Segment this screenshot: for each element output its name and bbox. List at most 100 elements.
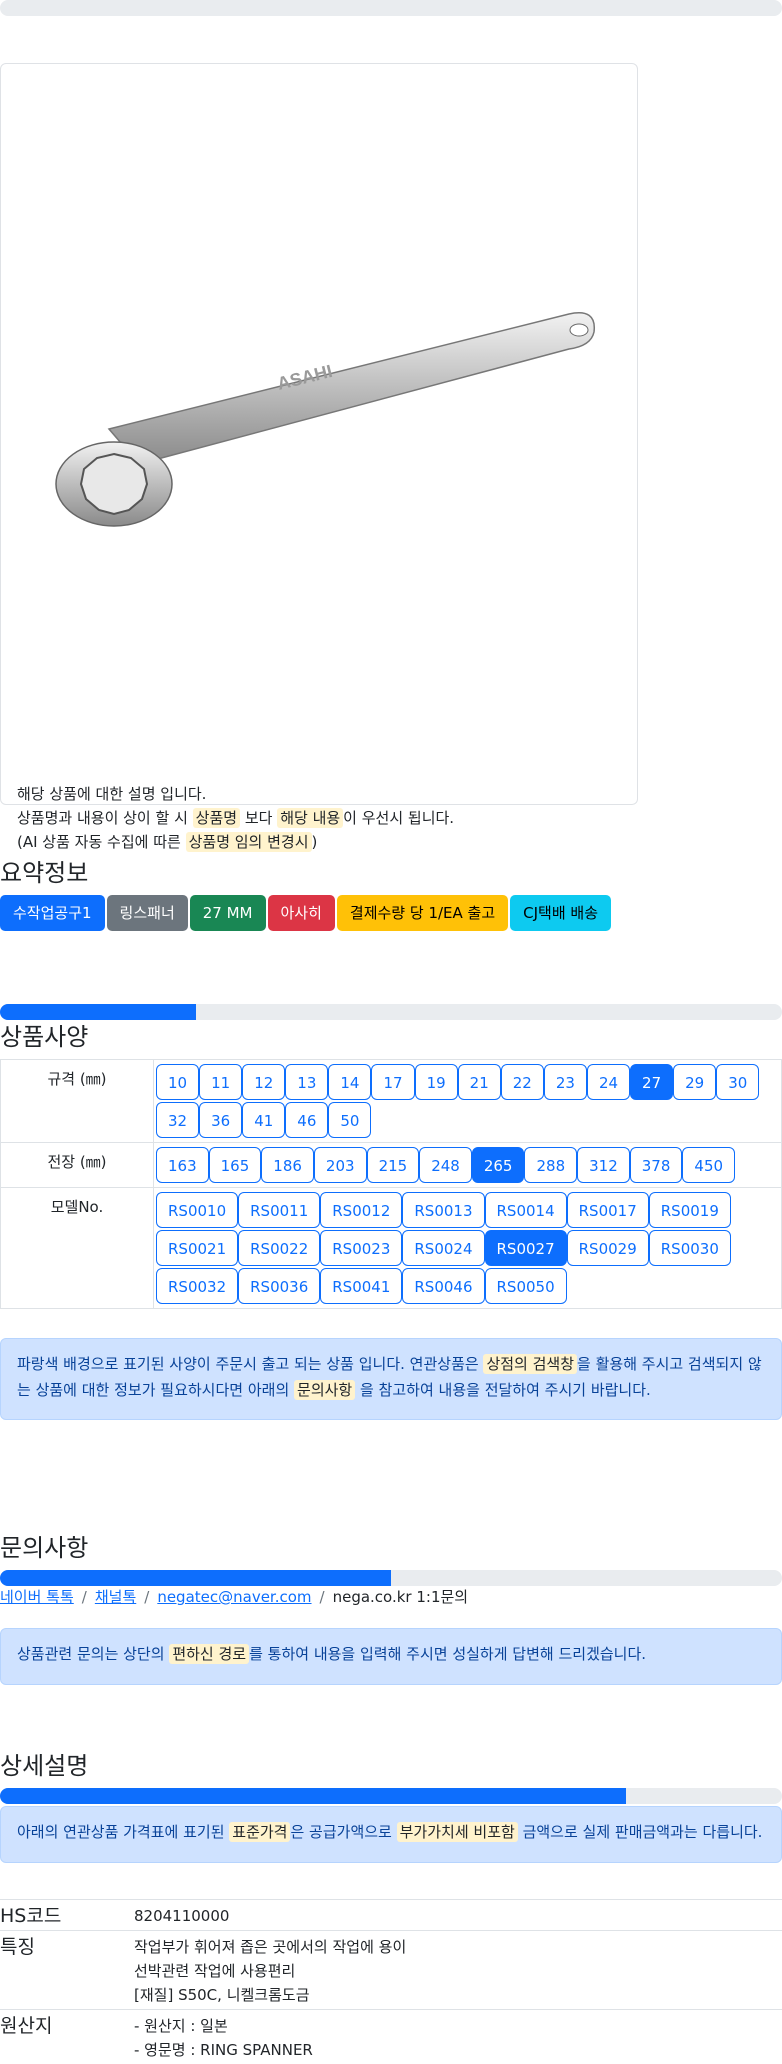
spec-option-button[interactable]: 24 [587,1064,630,1100]
site-inquiry-text: nega.co.kr 1:1문의 [333,1588,469,1606]
channel-talk-link[interactable]: 채널톡 [95,1588,136,1606]
spec-option-button[interactable]: 248 [419,1147,472,1183]
spec-option-button[interactable]: RS0050 [485,1268,567,1304]
spec-option-button[interactable]: 450 [682,1147,735,1183]
badge-quantity: 결제수량 당 1/EA 출고 [337,895,508,931]
spec-option-button[interactable]: RS0010 [156,1192,238,1228]
spec-option-button[interactable]: 32 [156,1102,199,1138]
spec-option-button[interactable]: 10 [156,1064,199,1100]
spec-option-button[interactable]: 12 [242,1064,285,1100]
spec-option-button[interactable]: 17 [371,1064,414,1100]
detail-row-origin: 원산지 - 원산지 : 일본 - 영문명 : RING SPANNER [0,2010,782,2064]
spec-option-button[interactable]: RS0021 [156,1230,238,1266]
spec-option-button[interactable]: RS0036 [238,1268,320,1304]
spec-row-size: 규격 (㎜) 101112131417192122232427293032364… [1,1060,782,1143]
spec-notice: 파랑색 배경으로 표기된 사양이 주문시 출고 되는 상품 입니다. 연관상품은… [0,1338,782,1420]
inquiry-progress-fill [0,1570,391,1586]
inquiry-progress-bar [0,1570,782,1586]
spec-option-button[interactable]: 46 [285,1102,328,1138]
spec-option-button[interactable]: 19 [415,1064,458,1100]
detail-table: HS코드 8204110000 특징 작업부가 휘어져 좁은 곳에서의 작업에 … [0,1899,782,2064]
spec-option-button[interactable]: 41 [242,1102,285,1138]
spec-option-button[interactable]: 22 [501,1064,544,1100]
spec-row-model: 모델No. RS0010RS0011RS0012RS0013RS0014RS00… [1,1188,782,1309]
spec-option-button[interactable]: 30 [716,1064,759,1100]
detail-title: 상세설명 [0,1746,88,1781]
summary-badges: 수작업공구1 링스패너 27 MM 아사히 결제수량 당 1/EA 출고 CJ택… [0,895,611,931]
badge-size: 27 MM [190,895,266,931]
spec-option-button[interactable]: 265 [472,1147,525,1183]
detail-notice: 아래의 연관상품 가격표에 표기된 표준가격은 공급가액으로 부가가치세 비포함… [0,1806,782,1863]
detail-key-features: 특징 [0,1931,134,2010]
spec-option-button[interactable]: 186 [261,1147,314,1183]
detail-val-hscode: 8204110000 [134,1900,782,1931]
spec-option-button[interactable]: 21 [458,1064,501,1100]
spec-option-button[interactable]: 23 [544,1064,587,1100]
spec-option-button[interactable]: RS0024 [402,1230,484,1266]
desc-line-3: (AI 상품 자동 수집에 따른 상품명 임의 변경시) [17,830,454,854]
product-card: ASAHI 해당 상품에 대한 설명 입니다. 상품명과 내용이 상이 할 시 … [0,63,638,805]
spec-option-button[interactable]: RS0014 [485,1192,567,1228]
detail-progress-bar [0,1788,782,1804]
spec-option-button[interactable]: RS0012 [320,1192,402,1228]
inquiry-links: 네이버 톡톡/채널톡/negatec@naver.com/nega.co.kr … [0,1586,468,1607]
spec-option-button[interactable]: RS0022 [238,1230,320,1266]
spec-option-button[interactable]: 29 [673,1064,716,1100]
spec-option-button[interactable]: 203 [314,1147,367,1183]
spec-option-button[interactable]: RS0019 [649,1192,731,1228]
spec-option-button[interactable]: 378 [630,1147,683,1183]
email-link[interactable]: negatec@naver.com [157,1588,311,1606]
spec-option-button[interactable]: RS0023 [320,1230,402,1266]
detail-row-hscode: HS코드 8204110000 [0,1900,782,1931]
spec-option-button[interactable]: RS0046 [402,1268,484,1304]
spec-option-button[interactable]: RS0041 [320,1268,402,1304]
spec-option-button[interactable]: 27 [630,1064,673,1100]
spec-option-button[interactable]: 50 [328,1102,371,1138]
spec-option-button[interactable]: RS0011 [238,1192,320,1228]
spec-option-button[interactable]: 163 [156,1147,209,1183]
spec-option-button[interactable]: 14 [328,1064,371,1100]
spec-options-model: RS0010RS0011RS0012RS0013RS0014RS0017RS00… [154,1188,782,1309]
product-image: ASAHI [49,294,609,534]
badge-category: 수작업공구1 [0,895,105,931]
summary-title: 요약정보 [0,853,88,888]
spec-options-size: 1011121314171921222324272930 3236414650 [154,1060,782,1143]
naver-talk-link[interactable]: 네이버 톡톡 [0,1588,74,1606]
detail-key-origin: 원산지 [0,2010,134,2064]
desc-line-2: 상품명과 내용이 상이 할 시 상품명 보다 해당 내용이 우선시 됩니다. [17,806,454,830]
product-description: 해당 상품에 대한 설명 입니다. 상품명과 내용이 상이 할 시 상품명 보다… [17,782,454,854]
detail-row-features: 특징 작업부가 휘어져 좁은 곳에서의 작업에 용이 선박관련 작업에 사용편리… [0,1931,782,2010]
desc-line-1: 해당 상품에 대한 설명 입니다. [17,782,454,806]
spec-row-length: 전장 (㎜) 163165186203215248265288312378450 [1,1143,782,1188]
spec-option-button[interactable]: RS0027 [485,1230,567,1266]
spec-option-button[interactable]: RS0029 [567,1230,649,1266]
spec-label-model: 모델No. [1,1188,154,1309]
spec-option-button[interactable]: 215 [367,1147,420,1183]
spec-option-button[interactable]: 165 [209,1147,262,1183]
spec-label-length: 전장 (㎜) [1,1143,154,1188]
inquiry-title: 문의사항 [0,1528,88,1563]
spec-option-button[interactable]: 11 [199,1064,242,1100]
spec-option-button[interactable]: RS0030 [649,1230,731,1266]
spec-option-button[interactable]: 288 [524,1147,577,1183]
spec-option-button[interactable]: RS0013 [402,1192,484,1228]
detail-key-hscode: HS코드 [0,1900,134,1931]
spec-progress-bar [0,1004,782,1020]
spec-label-size: 규격 (㎜) [1,1060,154,1143]
detail-progress-fill [0,1788,626,1804]
inquiry-notice: 상품관련 문의는 상단의 편하신 경로를 통하여 내용을 입력해 주시면 성실하… [0,1628,782,1685]
spec-table: 규격 (㎜) 101112131417192122232427293032364… [0,1059,782,1309]
detail-val-origin: - 원산지 : 일본 - 영문명 : RING SPANNER [134,2010,782,2064]
badge-brand: 아사히 [268,895,335,931]
top-progress-bar [0,0,782,16]
badge-type: 링스패너 [107,895,188,931]
spec-options-length: 163165186203215248265288312378450 [154,1143,782,1188]
spec-option-button[interactable]: RS0032 [156,1268,238,1304]
spec-option-button[interactable]: 312 [577,1147,630,1183]
badge-shipping: CJ택배 배송 [510,895,611,931]
spec-option-button[interactable]: 36 [199,1102,242,1138]
spec-option-button[interactable]: 13 [285,1064,328,1100]
spec-option-button[interactable]: RS0017 [567,1192,649,1228]
detail-val-features: 작업부가 휘어져 좁은 곳에서의 작업에 용이 선박관련 작업에 사용편리 [재… [134,1931,782,2010]
spec-title: 상품사양 [0,1017,88,1052]
